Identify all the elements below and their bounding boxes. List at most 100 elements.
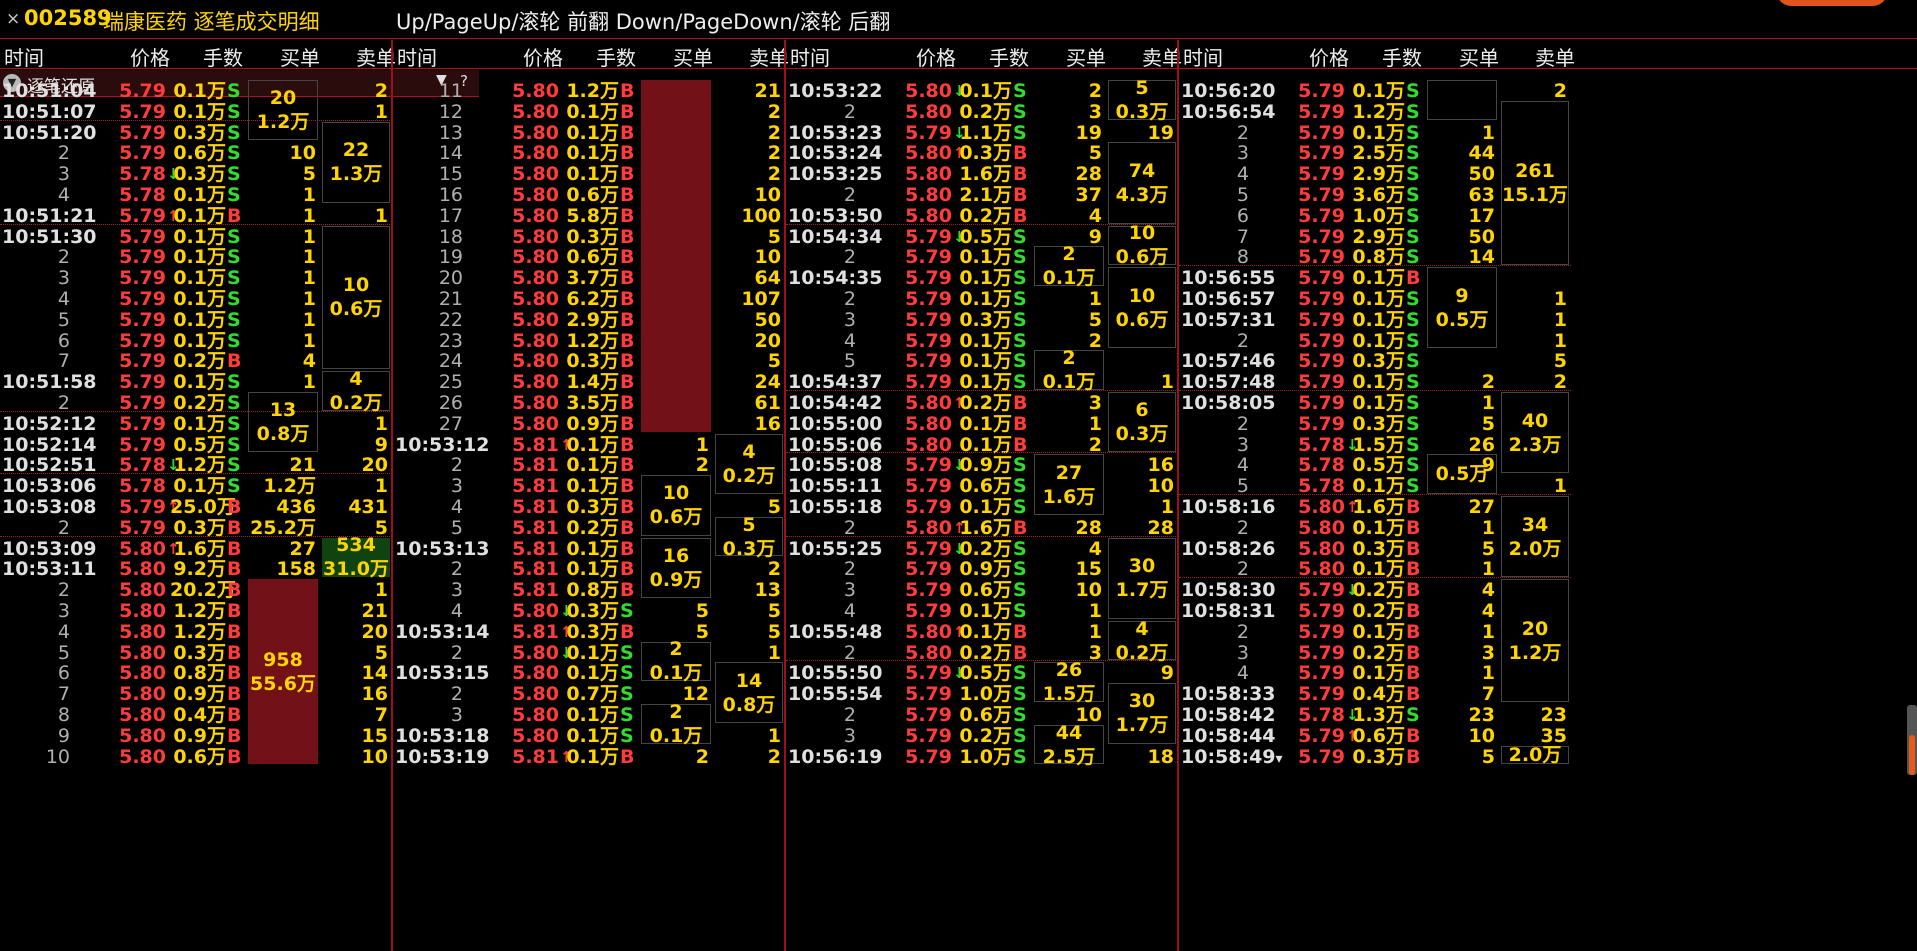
sell-order-group[interactable]: 30 1.7万 <box>1108 683 1176 744</box>
group-count: 10 <box>1128 222 1156 245</box>
header-sell[interactable]: 卖单 <box>749 42 789 71</box>
header-price[interactable]: 价格 <box>916 42 956 71</box>
logo-shape <box>1777 0 1887 6</box>
sell-order-group[interactable]: 10 0.6万 <box>322 225 390 370</box>
buy-order-group[interactable]: 958 55.6万 <box>248 579 318 765</box>
header-volume[interactable]: 手数 <box>596 42 636 71</box>
trade-volume: 0.1万 <box>566 745 619 768</box>
buy-order-group[interactable]: 44 2.5万 <box>1034 722 1104 768</box>
buy-order-group[interactable]: 20 1.2万 <box>248 80 318 141</box>
group-volume: 4.3万 <box>1115 183 1169 206</box>
header-sell[interactable]: 卖单 <box>1142 42 1182 71</box>
sell-order-group[interactable]: 20 1.2万 <box>1501 579 1569 702</box>
header-sell[interactable]: 卖单 <box>356 42 396 71</box>
title-bar: × 002589 瑞康医药 逐笔成交明细 Up/PageUp/滚轮 前翻 Dow… <box>0 0 1917 39</box>
sell-order-group[interactable]: 534 31.0万 <box>322 534 390 580</box>
group-volume: 0.3万 <box>1115 100 1169 123</box>
sell-order-group[interactable]: 261 15.1万 <box>1501 100 1569 266</box>
group-volume: 2.0万 <box>1508 537 1562 560</box>
sell-order-group[interactable]: 6 0.3万 <box>1108 392 1176 453</box>
row-separator <box>1179 577 1571 579</box>
sell-order-group[interactable]: 5 0.3万 <box>1108 77 1176 123</box>
group-volume: 0.5万 <box>1435 463 1489 486</box>
scrollbar[interactable] <box>1907 705 1917 775</box>
stock-code: 002589 <box>24 6 112 30</box>
dropdown-marker-icon[interactable]: ▾ <box>1276 751 1283 767</box>
group-count: 2 <box>669 700 683 723</box>
header-price[interactable]: 价格 <box>1309 42 1349 71</box>
sell-order-group[interactable]: 10 0.6万 <box>1108 222 1176 269</box>
sell-order: 10 <box>361 745 388 768</box>
group-volume: 0.6万 <box>1115 246 1169 269</box>
table-row[interactable]: 10:53:19 5.81 ↑ 0.1万 B 2 2 <box>393 745 785 770</box>
group-count: 958 <box>263 648 303 671</box>
table-row[interactable]: 10:56:19 5.79 1.0万 S 18 <box>786 745 1178 770</box>
sell-order-group[interactable]: 10 0.6万 <box>1108 267 1176 349</box>
group-volume: 1.2万 <box>1508 641 1562 664</box>
group-count: 4 <box>1135 617 1149 640</box>
buy-order-group[interactable]: 2 0.1万 <box>1034 243 1104 289</box>
buy-order-group[interactable]: 2 0.1万 <box>641 638 711 684</box>
group-volume: 1.7万 <box>1115 714 1169 737</box>
sell-order-group[interactable]: 2.0万 <box>1501 744 1569 766</box>
buy-order-group[interactable]: 16 0.9万 <box>641 537 711 598</box>
group-count: 2 <box>1062 243 1076 266</box>
group-volume: 0.3万 <box>1115 423 1169 446</box>
sell-order-group[interactable]: 34 2.0万 <box>1501 496 1569 578</box>
scroll-thumb[interactable] <box>1909 735 1915 775</box>
header-buy[interactable]: 买单 <box>280 42 320 71</box>
buy-order-group[interactable]: 13 0.8万 <box>248 392 318 453</box>
group-volume: 2.5万 <box>1042 745 1096 768</box>
buy-order-group[interactable]: 0.5万 <box>1427 454 1497 494</box>
group-count: 22 <box>342 139 370 162</box>
trade-price: 5.79 <box>1298 745 1345 768</box>
group-count: 10 <box>662 482 690 505</box>
column-header-1: 时间 价格 手数 买单 卖单 <box>393 40 789 71</box>
header-price[interactable]: 价格 <box>130 42 170 71</box>
header-volume[interactable]: 手数 <box>989 42 1029 71</box>
header-price[interactable]: 价格 <box>523 42 563 71</box>
buy-order-group[interactable] <box>641 80 711 432</box>
buy-order-group[interactable] <box>1427 80 1497 120</box>
table-row[interactable]: 10 5.80 0.6万 B 10 <box>0 745 392 770</box>
group-count: 27 <box>1055 461 1083 484</box>
header-buy[interactable]: 买单 <box>673 42 713 71</box>
sell-order-group[interactable]: 4 0.2万 <box>322 368 390 414</box>
buy-order-group[interactable]: 2 0.1万 <box>1034 347 1104 393</box>
group-volume: 1.5万 <box>1042 683 1096 706</box>
sell-order-group[interactable]: 40 2.3万 <box>1501 392 1569 474</box>
sell-order-group[interactable]: 4 0.2万 <box>1108 618 1176 664</box>
header-buy[interactable]: 买单 <box>1459 42 1499 71</box>
sell-order-group[interactable]: 74 4.3万 <box>1108 142 1176 224</box>
header-time[interactable]: 时间 <box>790 42 830 71</box>
sell-order-group[interactable]: 5 0.3万 <box>715 514 783 560</box>
sell-order-group[interactable]: 22 1.3万 <box>322 121 390 203</box>
group-count: 44 <box>1055 721 1083 744</box>
group-volume: 1.7万 <box>1115 579 1169 602</box>
buy-order-group[interactable]: 27 1.6万 <box>1034 454 1104 515</box>
header-sell[interactable]: 卖单 <box>1535 42 1575 71</box>
row-separator <box>786 452 1178 454</box>
buy-order-group[interactable]: 9 0.5万 <box>1427 267 1497 349</box>
group-count: 5 <box>1135 76 1149 99</box>
sell-order-group[interactable]: 30 1.7万 <box>1108 537 1176 619</box>
row-separator <box>786 390 1178 391</box>
header-volume[interactable]: 手数 <box>203 42 243 71</box>
column-header-0: 时间 价格 手数 买单 卖单 <box>0 40 396 71</box>
header-time[interactable]: 时间 <box>4 42 44 71</box>
header-time[interactable]: 时间 <box>1183 42 1223 71</box>
header-buy[interactable]: 买单 <box>1066 42 1106 71</box>
group-volume: 0.8万 <box>256 423 310 446</box>
buy-order-group[interactable]: 10 0.6万 <box>641 475 711 536</box>
sell-order-group[interactable]: 4 0.2万 <box>715 433 783 494</box>
sell-order-group[interactable]: 14 0.8万 <box>715 662 783 723</box>
header-time[interactable]: 时间 <box>397 42 437 71</box>
buy-order-group[interactable]: 2 0.1万 <box>641 701 711 747</box>
group-count: 6 <box>1135 399 1149 422</box>
header-volume[interactable]: 手数 <box>1382 42 1422 71</box>
buy-order-group[interactable]: 26 1.5万 <box>1034 659 1104 705</box>
trade-side: B <box>1406 745 1421 768</box>
group-count: 10 <box>342 274 370 297</box>
group-count: 9 <box>1455 284 1469 307</box>
close-icon[interactable]: × <box>6 9 20 29</box>
